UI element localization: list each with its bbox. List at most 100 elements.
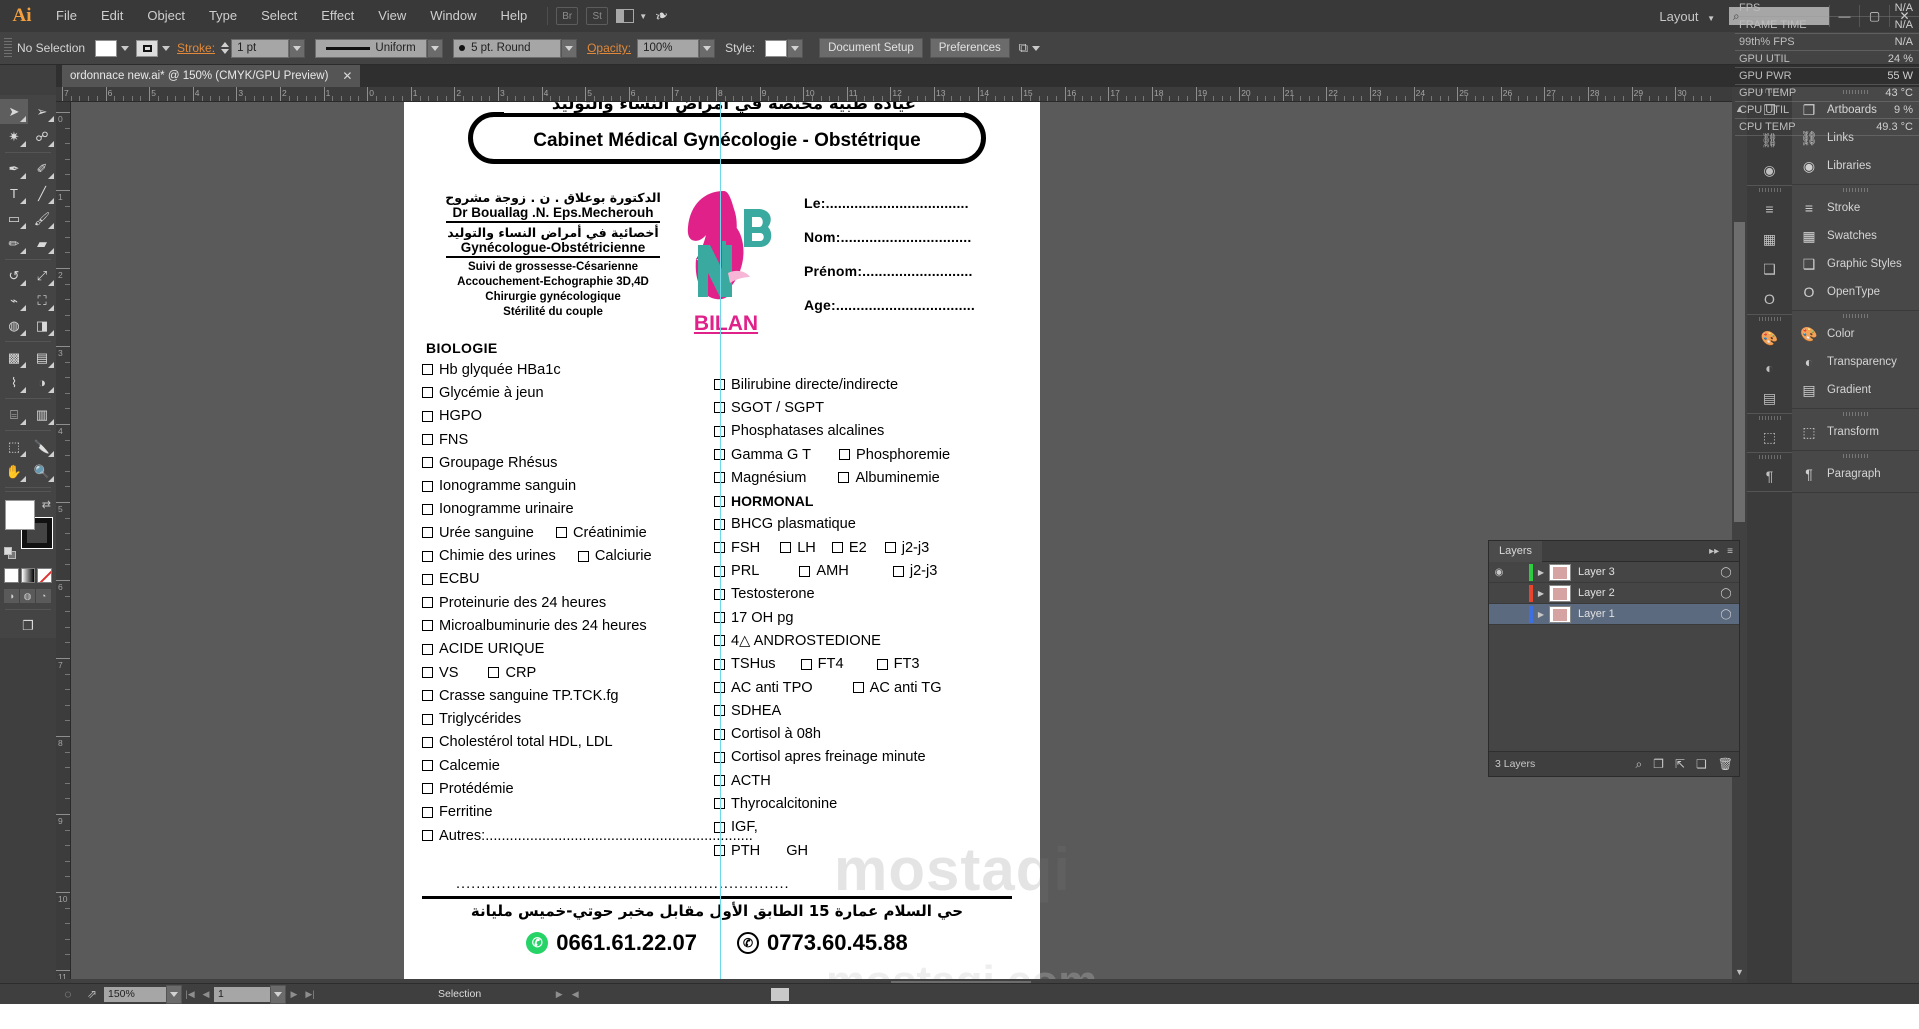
- menu-window[interactable]: Window: [418, 0, 488, 32]
- dock-item-transparency[interactable]: ◐ Transparency: [1792, 348, 1919, 376]
- eraser-tool[interactable]: ▰: [28, 231, 56, 256]
- gradient-tool[interactable]: ▤: [28, 345, 56, 370]
- zoom-dropdown[interactable]: [166, 984, 182, 1004]
- change-screen-mode-icon[interactable]: ❐: [0, 613, 56, 638]
- field-age[interactable]: Age:..................................: [804, 297, 1024, 313]
- make-clipping-mask-icon[interactable]: ❐: [1653, 757, 1664, 772]
- panel-menu-icon[interactable]: ≡: [1727, 546, 1733, 557]
- rectangle-tool[interactable]: ▭: [0, 206, 28, 231]
- checkbox[interactable]: [422, 783, 433, 795]
- opentype-icon[interactable]: O: [1747, 284, 1792, 314]
- column-graph-tool[interactable]: ▥: [28, 402, 56, 427]
- dock-group-grip[interactable]: [1792, 451, 1919, 460]
- color-button[interactable]: [4, 568, 19, 583]
- dock-item-color[interactable]: 🎨 Color: [1792, 320, 1919, 348]
- checkbox[interactable]: [892, 565, 904, 577]
- opacity-dropdown[interactable]: [699, 38, 716, 58]
- document-tab[interactable]: ordonnace new.ai* @ 150% (CMYK/GPU Previ…: [62, 65, 361, 87]
- dock-group-grip[interactable]: [1747, 453, 1792, 461]
- checkbox[interactable]: [422, 503, 433, 515]
- hand-tool[interactable]: ✋: [0, 459, 28, 484]
- checkbox[interactable]: [422, 643, 433, 655]
- checkbox[interactable]: [422, 760, 433, 772]
- target-indicator-icon[interactable]: ◯: [1713, 588, 1739, 599]
- checkbox[interactable]: [422, 667, 433, 678]
- close-icon[interactable]: ✕: [342, 69, 352, 83]
- checkbox[interactable]: [422, 527, 433, 539]
- layer-row[interactable]: ◉ ▶ Layer 3 ◯: [1489, 562, 1739, 583]
- rotate-tool[interactable]: ↺: [0, 263, 28, 288]
- libraries-icon[interactable]: ◉: [1747, 155, 1792, 185]
- collapse-icon[interactable]: ▸▸: [1709, 546, 1719, 557]
- prev-artboard-icon[interactable]: ◀: [198, 989, 214, 1000]
- shape-builder-tool[interactable]: ◍: [0, 313, 28, 338]
- menu-select[interactable]: Select: [249, 0, 309, 32]
- stroke-weight-input[interactable]: 1 pt: [231, 38, 290, 58]
- menu-effect[interactable]: Effect: [309, 0, 366, 32]
- checkbox[interactable]: [800, 658, 812, 670]
- checkbox[interactable]: [839, 449, 851, 461]
- menu-object[interactable]: Object: [135, 0, 197, 32]
- first-artboard-icon[interactable]: |◀: [182, 989, 198, 1000]
- preflight-icon[interactable]: ◌: [56, 987, 80, 1001]
- stroke-weight-stepper[interactable]: [221, 42, 230, 54]
- checkbox[interactable]: [799, 565, 811, 577]
- target-indicator-icon[interactable]: ◯: [1713, 567, 1739, 578]
- checkbox[interactable]: [831, 542, 843, 554]
- menu-type[interactable]: Type: [197, 0, 249, 32]
- stock-icon[interactable]: St: [586, 7, 609, 25]
- align-icon[interactable]: ⧉: [1019, 40, 1028, 56]
- next-artboard-icon[interactable]: ▶: [286, 989, 302, 1000]
- checkbox[interactable]: [422, 597, 433, 609]
- workspace-switcher[interactable]: Layout ▼: [1659, 9, 1715, 24]
- opacity-input[interactable]: 100%: [637, 38, 700, 58]
- dock-item-transform[interactable]: ⬚ Transform: [1792, 418, 1919, 446]
- checkbox[interactable]: [422, 806, 433, 818]
- fill-color-box[interactable]: [5, 500, 35, 530]
- status-next-icon[interactable]: ▶: [551, 989, 567, 1000]
- checkbox[interactable]: [488, 667, 500, 678]
- layers-tab[interactable]: Layers: [1489, 540, 1543, 562]
- dock-group-grip[interactable]: [1792, 311, 1919, 320]
- pen-tool[interactable]: ✒: [0, 156, 28, 181]
- draw-behind-icon[interactable]: ◍: [20, 589, 35, 603]
- perspective-grid-tool[interactable]: ◨: [28, 313, 56, 338]
- eyedropper-tool[interactable]: ⌇: [0, 370, 28, 395]
- gradient-button[interactable]: [20, 568, 36, 583]
- checkbox[interactable]: [422, 387, 433, 399]
- style-dropdown[interactable]: [787, 38, 804, 58]
- stroke-label[interactable]: Stroke:: [177, 41, 215, 55]
- lasso-tool[interactable]: ☍: [28, 124, 56, 149]
- canvas-area[interactable]: عيادة طبية مختصة في أمراض النساء والتولي…: [71, 102, 1732, 979]
- checkbox[interactable]: [780, 542, 792, 554]
- graphic-styles-icon[interactable]: ❑: [1747, 254, 1792, 284]
- draw-inside-icon[interactable]: ◔: [36, 589, 51, 603]
- locate-object-icon[interactable]: ⌕: [1635, 757, 1642, 772]
- width-tool[interactable]: ⌁: [0, 288, 28, 313]
- new-layer-icon[interactable]: ❏: [1696, 757, 1707, 772]
- create-sublayer-icon[interactable]: ⇱: [1675, 757, 1685, 772]
- checkbox[interactable]: [555, 527, 567, 539]
- checkbox[interactable]: [876, 658, 888, 670]
- stroke-profile-dropdown[interactable]: [427, 38, 444, 58]
- field-prenom[interactable]: Prénom:...........................: [804, 263, 1024, 279]
- brush-dropdown[interactable]: [561, 38, 578, 58]
- none-button[interactable]: [37, 568, 53, 583]
- target-indicator-icon[interactable]: ◯: [1713, 609, 1739, 620]
- artboard[interactable]: عيادة طبية مختصة في أمراض النساء والتولي…: [404, 102, 1070, 979]
- checkbox[interactable]: [838, 472, 850, 484]
- delete-layer-icon[interactable]: 🗑: [1718, 757, 1733, 772]
- default-fill-stroke-icon[interactable]: [4, 547, 17, 560]
- menu-file[interactable]: File: [44, 0, 89, 32]
- last-artboard-icon[interactable]: ▶|: [302, 989, 318, 1000]
- dock-item-opentype[interactable]: O OpenType: [1792, 278, 1919, 306]
- checkbox[interactable]: [852, 682, 864, 693]
- direct-selection-tool[interactable]: ➢: [28, 99, 56, 124]
- status-prev-icon[interactable]: ◀: [567, 989, 583, 1000]
- dock-item-libraries[interactable]: ◉ Libraries: [1792, 152, 1919, 180]
- dock-group-grip[interactable]: [1747, 315, 1792, 323]
- checkbox[interactable]: [422, 620, 433, 632]
- magic-wand-tool[interactable]: ✷: [0, 124, 28, 149]
- share-icon[interactable]: ⇗: [80, 987, 104, 1001]
- checkbox[interactable]: [422, 550, 433, 562]
